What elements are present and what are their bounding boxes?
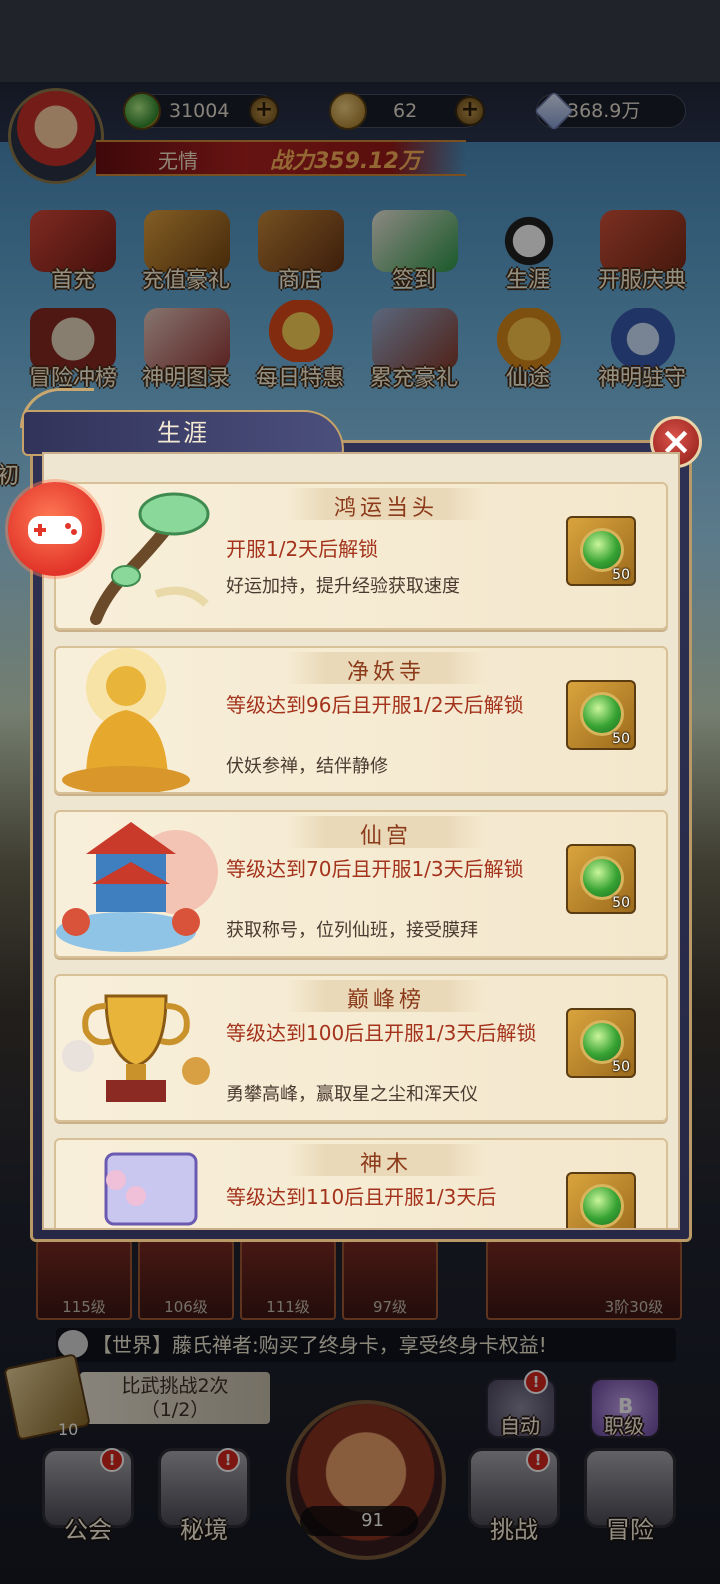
status-bar [0,0,720,82]
unlock-requirement: 开服1/2天后解锁 [226,537,379,561]
career-card[interactable]: 巅峰榜 等级达到100后且开服1/3天后解锁 勇攀高峰，赢取星之尘和浑天仪 50 [54,974,668,1122]
jade-coin-icon [580,528,624,572]
jade-coin-icon [580,1020,624,1064]
career-description: 好运加持，提升经验获取速度 [226,576,460,597]
reward-item[interactable] [566,1172,636,1228]
career-card[interactable]: 鸿运当头 开服1/2天后解锁 好运加持，提升经验获取速度 50 [54,482,668,630]
career-card[interactable]: 仙宫 等级达到70后且开服1/3天后解锁 获取称号，位列仙班，接受膜拜 50 [54,810,668,958]
career-title: 鸿运当头 [333,496,438,521]
career-description: 获取称号，位列仙班，接受膜拜 [226,920,478,941]
career-card[interactable]: 神木 等级达到110后且开服1/3天后 [54,1138,668,1228]
jade-coin-icon [580,856,624,900]
reward-item[interactable]: 50 [566,516,636,586]
modal-title: 生涯 [157,419,209,447]
career-title: 神木 [359,1152,412,1177]
career-title: 巅峰榜 [346,988,425,1013]
career-description: 勇攀高峰，赢取星之尘和浑天仪 [226,1084,478,1105]
trophy-icon [62,994,210,1102]
unlock-requirement: 等级达到96后且开服1/2天后解锁 [226,693,524,717]
unlock-requirement: 等级达到100后且开服1/3天后解锁 [226,1021,537,1045]
scroll-icon [104,1152,198,1226]
reward-item[interactable]: 50 [566,1008,636,1078]
unlock-requirement: 等级达到70后且开服1/3天后解锁 [226,857,524,881]
gamepad-glyph [28,516,82,544]
golden-buddha-icon [62,648,190,792]
unlock-requirement: 等级达到110后且开服1/3天后 [226,1185,497,1209]
reward-count: 50 [612,731,630,747]
reward-count: 50 [612,895,630,911]
gamepad-icon[interactable] [8,482,102,576]
reward-count: 50 [612,1059,630,1075]
career-title: 仙宫 [359,824,412,849]
career-card[interactable]: 净妖寺 等级达到96后且开服1/2天后解锁 伏妖参禅，结伴静修 50 [54,646,668,794]
reward-item[interactable]: 50 [566,680,636,750]
career-title: 净妖寺 [346,660,425,685]
reward-item[interactable]: 50 [566,844,636,914]
reward-count: 50 [612,567,630,583]
jade-coin-icon [580,692,624,736]
career-list[interactable]: 鸿运当头 开服1/2天后解锁 好运加持，提升经验获取速度 50 净妖寺 等级达到… [42,452,680,1230]
jade-coin-icon [580,1184,624,1228]
game-screen: { "header": { "player_name": "无情", "powe… [0,0,720,1584]
career-description: 伏妖参禅，结伴静修 [226,756,388,777]
heavenly-palace-icon [56,822,218,952]
